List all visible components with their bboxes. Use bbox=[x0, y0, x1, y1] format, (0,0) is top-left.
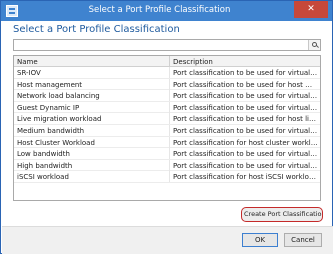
row-description: Port classification to be used for virtu… bbox=[173, 150, 318, 159]
table-row[interactable]: iSCSI workload Port classification for ho… bbox=[14, 171, 320, 183]
row-divider bbox=[169, 113, 170, 125]
row-divider bbox=[169, 148, 170, 160]
title-bar[interactable]: Select a Port Profile Classification ✕ bbox=[1, 1, 332, 21]
table-row[interactable]: Medium bandwidth Port classification to b… bbox=[14, 124, 320, 137]
row-name: Live migration workload bbox=[17, 115, 102, 124]
row-name: Guest Dynamic IP bbox=[17, 103, 80, 112]
window-title: Select a Port Profile Classification bbox=[88, 5, 231, 15]
row-description: Port classification to be used for virtu… bbox=[173, 92, 318, 101]
row-divider bbox=[169, 124, 170, 136]
table-row[interactable]: High bandwidth Port classification to be … bbox=[14, 159, 320, 172]
cancel-button[interactable]: Cancel bbox=[284, 233, 322, 247]
column-header-description[interactable]: Description bbox=[173, 58, 318, 66]
row-description: Port classification to be used for virtu… bbox=[173, 126, 318, 135]
row-description: Port classification to be used for virtu… bbox=[173, 103, 318, 112]
row-divider bbox=[169, 159, 170, 171]
row-divider bbox=[169, 136, 170, 148]
dialog-footer: OK Cancel bbox=[2, 226, 333, 254]
table-row[interactable]: Network load balancing Port classificatio… bbox=[14, 90, 320, 102]
create-port-classification-button[interactable]: Create Port Classification... bbox=[241, 207, 323, 222]
row-description: Port classification to be used for host … bbox=[173, 80, 318, 89]
row-name: SR-IOV bbox=[17, 69, 41, 77]
table-row[interactable]: Host Cluster Workload Port classification… bbox=[14, 136, 320, 149]
row-name: iSCSI workload bbox=[17, 173, 69, 182]
row-description: Port classification for host iSCSI workl… bbox=[173, 173, 318, 182]
close-button[interactable]: ✕ bbox=[294, 1, 328, 18]
row-description: Port classification to be used for virtu… bbox=[173, 69, 318, 77]
row-name: Host management bbox=[17, 80, 83, 89]
row-divider bbox=[169, 90, 170, 102]
dialog-window: Select a Port Profile Classification ✕ S… bbox=[0, 0, 333, 254]
grid-header: Name Description bbox=[14, 56, 320, 67]
ok-button[interactable]: OK bbox=[242, 233, 278, 247]
table-row[interactable]: Guest Dynamic IP Port classification to b… bbox=[14, 101, 320, 114]
column-header-name[interactable]: Name bbox=[17, 58, 167, 66]
dialog-app-icon bbox=[6, 5, 18, 17]
close-icon: ✕ bbox=[307, 4, 315, 14]
row-name: Network load balancing bbox=[17, 92, 100, 101]
table-row[interactable]: Live migration workload Port classificati… bbox=[14, 113, 320, 125]
row-divider bbox=[169, 67, 170, 78]
row-description: Port classification to be used for virtu… bbox=[173, 161, 318, 170]
grid-rows: SR-IOV Port classification to be used for… bbox=[14, 67, 320, 183]
dialog-heading: Select a Port Profile Classification bbox=[13, 24, 180, 35]
row-divider bbox=[169, 78, 170, 90]
table-row[interactable]: SR-IOV Port classification to be used for… bbox=[14, 67, 320, 79]
column-divider[interactable] bbox=[169, 56, 170, 67]
search-button[interactable] bbox=[308, 40, 320, 50]
row-name: High bandwidth bbox=[17, 161, 73, 170]
table-row[interactable]: Host management Port classification to be… bbox=[14, 78, 320, 91]
row-description: Port classification to be used for host … bbox=[173, 115, 318, 124]
row-name: Low bandwidth bbox=[17, 150, 70, 159]
row-divider bbox=[169, 171, 170, 183]
search-input[interactable] bbox=[13, 39, 321, 51]
row-name: Host Cluster Workload bbox=[17, 138, 95, 147]
row-description: Port classification for host cluster wor… bbox=[173, 138, 318, 147]
classification-grid[interactable]: Name Description SR-IOV Port classificati… bbox=[13, 55, 321, 201]
row-divider bbox=[169, 101, 170, 113]
row-name: Medium bandwidth bbox=[17, 126, 85, 135]
table-row[interactable]: Low bandwidth Port classification to be u… bbox=[14, 148, 320, 160]
